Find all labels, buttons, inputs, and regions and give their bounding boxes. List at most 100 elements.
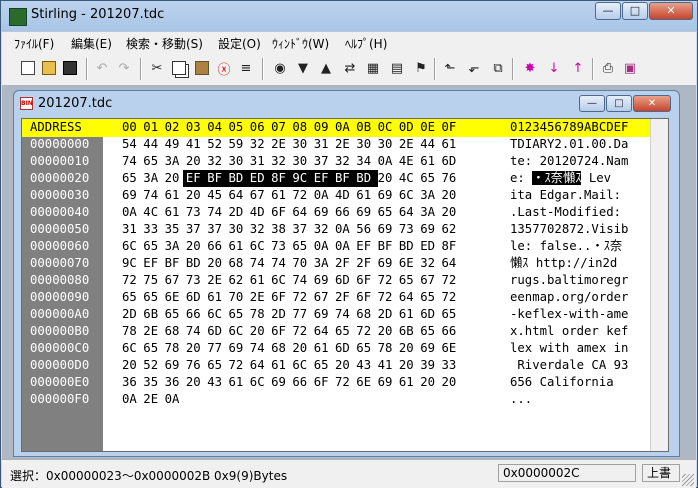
format-icon[interactable]: ≡	[236, 58, 256, 78]
hex-byte[interactable]: 0A	[165, 391, 187, 408]
hex-byte[interactable]: 62	[229, 272, 251, 289]
hex-byte[interactable]: 0A	[378, 153, 400, 170]
hex-byte[interactable]: 72	[335, 374, 357, 391]
hex-byte[interactable]: 65	[207, 357, 229, 374]
hex-row[interactable]: 000000C0 6C 65 78 20 77 69 74 68 20 61 6D 65 78 20 69 6E…	[22, 340, 668, 357]
hex-byte[interactable]: 56	[356, 221, 378, 238]
hex-byte[interactable]: 37	[314, 153, 336, 170]
hex-byte[interactable]: 39	[420, 357, 442, 374]
hex-byte[interactable]: 66	[442, 323, 464, 340]
hex-byte[interactable]: 77	[292, 306, 314, 323]
hex-byte[interactable]: 6D	[186, 289, 208, 306]
goto-icon[interactable]: ⚑	[411, 58, 431, 78]
hex-row[interactable]: 00000070 9C EF BF BD 20 68 74 74 70 3A 2F 2F 69 6E 32 64…	[22, 255, 668, 272]
menu-file[interactable]: ﾌｧｲﾙ(F)	[14, 35, 54, 52]
ascii-text[interactable]: 656 California	[510, 374, 628, 391]
hex-byte[interactable]: 37	[186, 221, 208, 238]
doc-close-button[interactable]: ✕	[633, 95, 671, 112]
hex-byte[interactable]: 6D	[335, 340, 357, 357]
hex-byte[interactable]: 67	[165, 272, 187, 289]
hex-byte[interactable]: 36	[165, 374, 187, 391]
hex-byte[interactable]: 35	[143, 374, 165, 391]
new-file-icon[interactable]	[18, 58, 38, 78]
hex-byte[interactable]: 65	[143, 340, 165, 357]
hex-byte[interactable]: 20	[399, 340, 421, 357]
hex-byte[interactable]: 31	[122, 221, 144, 238]
hex-byte[interactable]: 20	[399, 357, 421, 374]
hex-byte[interactable]: 6F	[356, 289, 378, 306]
hex-row[interactable]: 000000B0 78 2E 68 74 6D 6C 20 6F 72 64 65 72 20 6B 65 66…	[22, 323, 668, 340]
hex-byte[interactable]: 61	[399, 374, 421, 391]
hex-byte[interactable]: 74	[207, 204, 229, 221]
hex-byte[interactable]: 65	[229, 306, 251, 323]
hex-byte[interactable]: BF	[165, 255, 187, 272]
hex-byte[interactable]: 69	[356, 204, 378, 221]
hex-row[interactable]: 000000E0 36 35 36 20 43 61 6C 69 66 6F 72 6E 69 61 20 20…	[22, 374, 668, 391]
hex-byte[interactable]: 69	[229, 340, 251, 357]
hex-byte[interactable]: 32	[271, 153, 293, 170]
open-folder-icon[interactable]	[39, 58, 59, 78]
hex-byte[interactable]: 72	[378, 289, 400, 306]
hex-byte[interactable]: 3A	[143, 170, 165, 187]
hex-byte[interactable]: 78	[378, 340, 400, 357]
hex-byte[interactable]: 4D	[335, 187, 357, 204]
hex-byte[interactable]: 62	[442, 221, 464, 238]
hex-byte[interactable]: 32	[250, 136, 272, 153]
hex-byte[interactable]: 69	[314, 306, 336, 323]
hex-byte[interactable]: 65	[143, 289, 165, 306]
find-icon[interactable]: ◉	[270, 58, 290, 78]
hex-byte[interactable]: 72	[356, 323, 378, 340]
hex-byte[interactable]	[356, 391, 378, 408]
hex-byte[interactable]: 20	[420, 374, 442, 391]
hex-byte[interactable]: 2F	[335, 255, 357, 272]
hex-byte[interactable]: 69	[314, 204, 336, 221]
hex-byte[interactable]	[399, 391, 421, 408]
hex-byte[interactable]: 61	[207, 289, 229, 306]
redo-icon[interactable]: ↷	[114, 58, 134, 78]
hex-byte[interactable]: 6F	[271, 204, 293, 221]
hex-byte[interactable]: 68	[271, 340, 293, 357]
hex-byte[interactable]: 76	[442, 170, 464, 187]
hex-byte[interactable]: 2D	[271, 306, 293, 323]
hex-byte[interactable]: 4E	[399, 153, 421, 170]
document-bin-icon[interactable]: BIN	[20, 97, 33, 110]
hex-byte[interactable]: 34	[356, 153, 378, 170]
hex-byte[interactable]: 69	[420, 340, 442, 357]
hex-byte[interactable]: 6E	[442, 340, 464, 357]
hex-byte[interactable]: 6D	[207, 323, 229, 340]
hex-byte[interactable]: 54	[122, 136, 144, 153]
hex-byte[interactable]: 6C	[122, 340, 144, 357]
hex-byte[interactable]: 68	[165, 323, 187, 340]
compare-icon[interactable]: ▦	[363, 58, 383, 78]
app-icon[interactable]	[9, 8, 27, 26]
hex-byte[interactable]: 33	[143, 221, 165, 238]
hex-byte[interactable]: 66	[207, 238, 229, 255]
ascii-text[interactable]: le: false..・ｽ奈	[510, 238, 622, 255]
hex-byte[interactable]: 4D	[250, 204, 272, 221]
hex-byte[interactable]: 20	[186, 374, 208, 391]
hex-byte[interactable]: 6C	[292, 357, 314, 374]
hex-byte[interactable]: 6E	[356, 374, 378, 391]
hex-byte[interactable]: 31	[250, 153, 272, 170]
hex-byte[interactable]: 64	[399, 289, 421, 306]
hex-byte[interactable]: 67	[250, 187, 272, 204]
block-select-icon[interactable]: ⧉	[488, 58, 508, 78]
hex-byte[interactable]: 4C	[143, 204, 165, 221]
hex-byte[interactable]	[186, 391, 208, 408]
hex-byte[interactable]: 67	[420, 272, 442, 289]
document-window[interactable]: BIN 201207.tdc — □ ✕ ADDRESS 00 01 02 03 04 05…	[13, 90, 680, 457]
hex-byte[interactable]: 6F	[356, 272, 378, 289]
ascii-text[interactable]: e: ・ｽ奈懶ｽ Lev	[510, 170, 611, 187]
menu-edit[interactable]: 編集(E)	[71, 35, 112, 52]
hex-byte[interactable]: 30	[356, 136, 378, 153]
hex-byte[interactable]: 0A	[122, 204, 144, 221]
hex-byte[interactable]: 65	[292, 238, 314, 255]
hex-byte[interactable]: 6C	[399, 187, 421, 204]
hex-byte[interactable]: 52	[207, 136, 229, 153]
hex-byte[interactable]: 72	[229, 357, 251, 374]
hex-row[interactable]: 00000000 54 44 49 41 52 59 32 2E 30 31 2E 30 30 2E 44 61…	[22, 136, 668, 153]
hex-byte[interactable]: 30	[229, 153, 251, 170]
hex-byte[interactable]: 61	[250, 272, 272, 289]
hex-row[interactable]: 00000010 74 65 3A 20 32 30 31 32 30 37 32 34 0A 4E 61 6D…	[22, 153, 668, 170]
hex-row[interactable]: 000000A0 2D 6B 65 66 6C 65 78 2D 77 69 74 68 2D 61 6D 65…	[22, 306, 668, 323]
